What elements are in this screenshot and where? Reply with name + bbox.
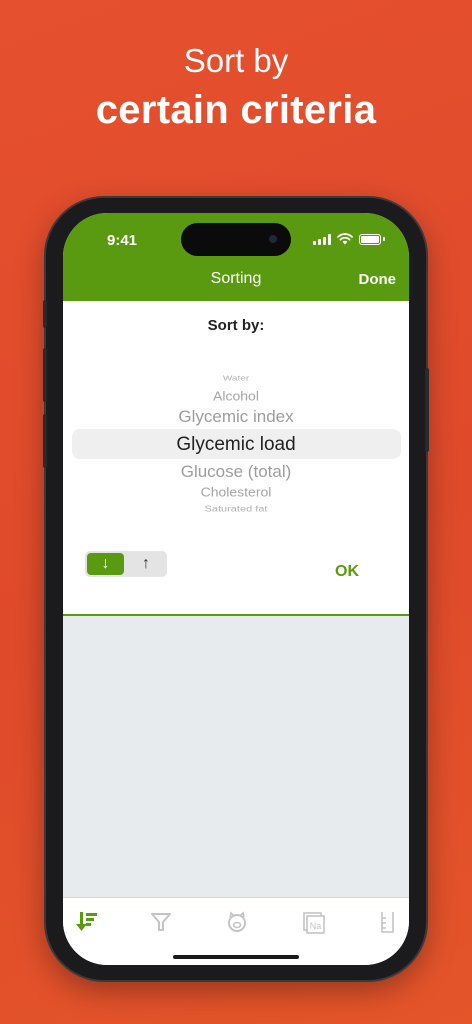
dynamic-island — [181, 223, 291, 256]
sort-panel: Sort by: Water Alcohol Glycemic index Gl… — [63, 301, 409, 616]
headline-line-1: Sort by — [183, 42, 289, 79]
status-time: 9:41 — [107, 232, 138, 249]
battery-icon — [359, 233, 381, 245]
sodium-symbol: Na — [310, 921, 322, 931]
phone-side-button — [43, 414, 47, 468]
status-icons — [313, 233, 385, 245]
phone-side-button — [425, 368, 429, 452]
piggy-bank-icon — [228, 911, 246, 932]
tab-sodium[interactable]: Na — [301, 910, 327, 934]
nav-title: Sorting — [210, 270, 262, 287]
sort-icon — [76, 912, 97, 931]
picker-item-selected[interactable]: Glycemic load — [63, 434, 409, 456]
picker-item[interactable]: Alcohol — [63, 389, 409, 403]
phone-side-button — [43, 348, 47, 402]
sort-by-label: Sort by: — [207, 317, 265, 334]
signal-icon — [313, 233, 331, 245]
camera-icon — [269, 235, 277, 243]
done-button[interactable]: Done — [359, 271, 397, 288]
phone-side-button — [43, 300, 47, 328]
wifi-icon — [337, 233, 353, 245]
descending-button[interactable]: ↓ — [87, 553, 124, 575]
headline-line-2: certain criteria — [95, 88, 377, 132]
picker-item[interactable]: Water — [63, 374, 409, 382]
picker-item[interactable]: Glucose (total) — [63, 462, 409, 482]
tab-sort[interactable] — [75, 910, 101, 934]
battery-cap — [383, 237, 385, 241]
sort-order-control: ↓ ↑ — [85, 551, 167, 577]
tab-measure[interactable] — [375, 910, 401, 934]
filter-icon — [151, 913, 171, 931]
picker-item[interactable]: Saturated fat — [63, 505, 409, 514]
tab-budget[interactable] — [225, 910, 251, 934]
picker-item[interactable]: Glycemic index — [63, 407, 409, 427]
navigation-bar: 9:41 Sorting Done — [63, 213, 409, 301]
ok-button[interactable]: OK — [335, 563, 359, 581]
sort-criteria-picker[interactable]: Water Alcohol Glycemic index Glycemic lo… — [63, 363, 409, 523]
phone-screen: 9:41 Sorting Done Sort by: Water Alcohol… — [63, 213, 409, 965]
measuring-cup-icon — [381, 912, 394, 933]
home-indicator[interactable] — [173, 955, 299, 959]
picker-item[interactable]: Cholesterol — [63, 485, 409, 499]
ascending-button[interactable]: ↑ — [127, 553, 165, 575]
sodium-icon: Na — [303, 912, 325, 934]
tab-filter[interactable] — [149, 910, 175, 934]
